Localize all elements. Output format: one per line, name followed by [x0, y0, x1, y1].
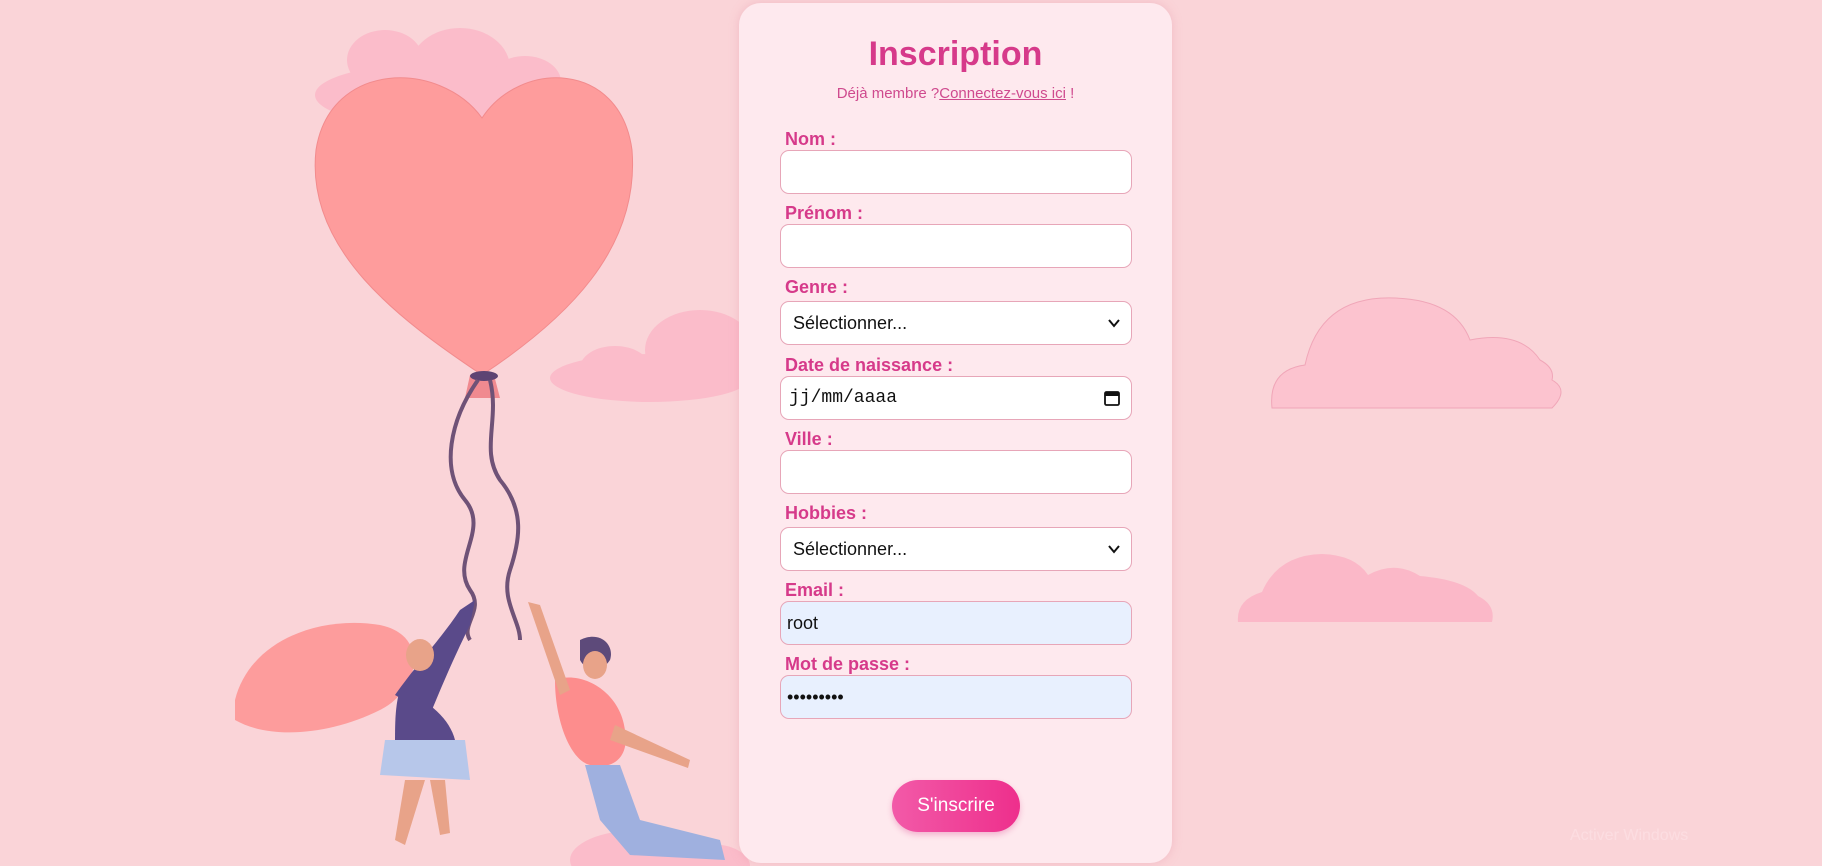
genre-select[interactable]: Sélectionner... [780, 301, 1132, 345]
genre-label: Genre : [785, 277, 849, 297]
girl-figure [235, 600, 475, 845]
cloud-right-bottom [1237, 554, 1493, 622]
password-label: Mot de passe : [785, 654, 911, 674]
date-label: Date de naissance : [785, 355, 954, 375]
login-prompt-text: Déjà membre ? [836, 85, 940, 102]
email-input[interactable]: root [780, 601, 1132, 645]
birthdate-input[interactable]: jj/mm/aaaa [780, 376, 1132, 420]
hobbies-selected: Sélectionner... [793, 539, 908, 559]
hobbies-label: Hobbies : [785, 503, 868, 523]
prenom-input[interactable] [780, 224, 1132, 268]
page-title: Inscription [868, 35, 1043, 73]
login-prompt-suffix: ! [1065, 85, 1075, 102]
password-value: ••••••••• [787, 687, 844, 707]
password-input[interactable]: ••••••••• [780, 675, 1132, 719]
cloud-right-top [1271, 297, 1562, 409]
email-value: root [787, 613, 819, 633]
login-prompt: Déjà membre ?Connectez-vous ici ! [739, 85, 1172, 102]
ville-label: Ville : [785, 429, 833, 449]
nom-input[interactable] [780, 150, 1132, 194]
chevron-down-icon [1108, 319, 1120, 328]
email-label: Email : [785, 580, 845, 600]
calendar-icon[interactable] [1103, 389, 1121, 407]
nom-label: Nom : [785, 129, 836, 149]
cloud-mid-left [550, 310, 755, 402]
genre-selected: Sélectionner... [793, 313, 908, 333]
heart-balloon [314, 77, 634, 376]
registration-card: Inscription Déjà membre ?Connectez-vous … [739, 3, 1172, 863]
submit-button[interactable]: S'inscrire [892, 780, 1020, 832]
ville-input[interactable] [780, 450, 1132, 494]
birthdate-placeholder: jj/mm/aaaa [789, 388, 898, 408]
login-link[interactable]: Connectez-vous ici [939, 85, 1066, 102]
chevron-down-icon [1108, 545, 1120, 554]
hobbies-select[interactable]: Sélectionner... [780, 527, 1132, 571]
boy-figure [528, 602, 725, 860]
prenom-label: Prénom : [785, 203, 864, 223]
background-watermark: Activer Windows [1570, 827, 1688, 844]
